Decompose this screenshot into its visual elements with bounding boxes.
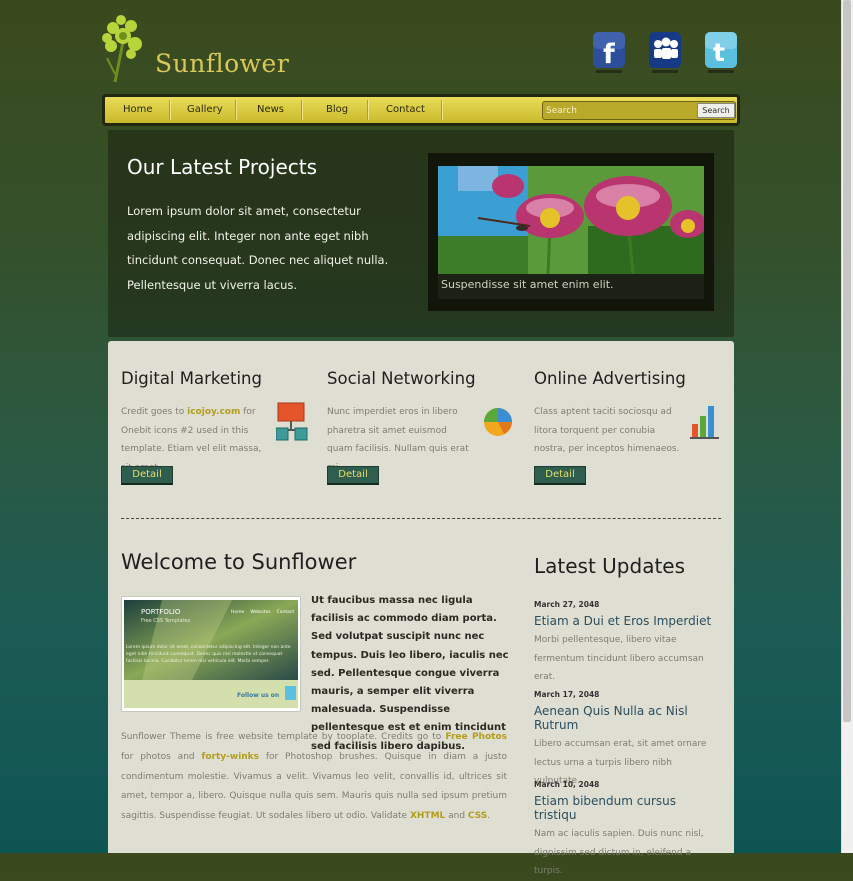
hero-image <box>438 166 704 274</box>
myspace-icon[interactable] <box>648 32 682 74</box>
updates-title: Latest Updates <box>534 554 686 578</box>
logo-text[interactable]: Sunflower <box>155 49 289 78</box>
svg-text:t: t <box>713 38 725 67</box>
service-digital-marketing: Digital Marketing Credit goes to icojoy.… <box>121 369 311 485</box>
nav-separator <box>441 100 443 120</box>
thumb-menu: Home Websites Contact <box>231 610 300 615</box>
update-item: March 27, 2048 Etiam a Dui et Eros Imper… <box>534 600 719 687</box>
page: Sunflower f t Home Gallery News Blog Con… <box>0 0 842 876</box>
welcome-body: Sunflower Theme is free website template… <box>121 732 507 822</box>
nav-blog[interactable]: Blog <box>326 97 348 123</box>
update-title-link[interactable]: Etiam bibendum cursus tristiqu <box>534 794 719 822</box>
content-panel: Digital Marketing Credit goes to icojoy.… <box>108 341 734 876</box>
thumb-text: Lorem ipsum dolor sit amet, consectetur … <box>126 645 291 664</box>
thumb-follow: Follow us on <box>237 692 280 699</box>
hero-title: Our Latest Projects <box>127 155 318 179</box>
portfolio-thumbnail[interactable]: PORTFOLIO Free CSS Templates Home Websit… <box>121 596 301 712</box>
service-title: Online Advertising <box>534 369 686 388</box>
nav-news[interactable]: News <box>257 97 284 123</box>
hero-slider[interactable]: Suspendisse sit amet enim elit. <box>428 153 714 311</box>
detail-button[interactable]: Detail <box>121 466 173 485</box>
service-title: Digital Marketing <box>121 369 262 388</box>
search-box: Search <box>542 101 736 120</box>
facebook-icon[interactable]: f <box>592 32 626 74</box>
detail-button[interactable]: Detail <box>327 466 379 485</box>
service-title: Social Networking <box>327 369 476 388</box>
bar-chart-icon <box>689 402 721 442</box>
svg-text:f: f <box>603 39 615 70</box>
pie-chart-icon <box>482 402 514 442</box>
update-text: Morbi pellentesque, libero vitae ferment… <box>534 635 704 682</box>
icojoy-link[interactable]: icojoy.com <box>187 407 240 417</box>
nav-separator <box>169 100 171 120</box>
search-button[interactable]: Search <box>697 103 735 118</box>
thumb-title: PORTFOLIO <box>141 608 181 616</box>
detail-button[interactable]: Detail <box>534 466 586 485</box>
search-input[interactable] <box>546 103 691 118</box>
nav-contact[interactable]: Contact <box>386 97 425 123</box>
service-online-advertising: Online Advertising Class aptent taciti s… <box>534 369 724 485</box>
nav-separator <box>235 100 237 120</box>
section-divider <box>121 518 721 519</box>
thumb-menu-item: Contact <box>276 610 295 615</box>
update-date: March 27, 2048 <box>534 600 600 609</box>
network-icon <box>275 402 308 442</box>
hero-section: Our Latest Projects Lorem ipsum dolor si… <box>108 130 734 337</box>
update-item: March 10, 2048 Etiam bibendum cursus tri… <box>534 780 719 881</box>
forty-winks-link[interactable]: forty-winks <box>201 752 259 762</box>
nav-home[interactable]: Home <box>123 97 153 123</box>
service-social-networking: Social Networking Nunc imperdiet eros in… <box>327 369 517 485</box>
nav-separator <box>367 100 369 120</box>
thumb-menu-item: Home <box>231 610 245 615</box>
update-date: March 17, 2048 <box>534 690 600 699</box>
sunflower-logo-icon <box>102 15 142 83</box>
css-link[interactable]: CSS <box>468 811 487 821</box>
service-text: Class aptent taciti sociosqu ad litora t… <box>534 407 680 454</box>
scrollbar-thumb[interactable] <box>843 0 851 722</box>
xhtml-link[interactable]: XHTML <box>410 811 445 821</box>
thumb-subtitle: Free CSS Templates <box>141 618 191 624</box>
hero-text: Lorem ipsum dolor sit amet, consectetur … <box>127 204 389 292</box>
hero-caption: Suspendisse sit amet enim elit. <box>438 274 704 299</box>
update-title-link[interactable]: Etiam a Dui et Eros Imperdiet <box>534 614 719 628</box>
update-item: March 17, 2048 Aenean Quis Nulla ac Nisl… <box>534 690 719 791</box>
twitter-icon[interactable]: t <box>704 32 738 74</box>
update-title-link[interactable]: Aenean Quis Nulla ac Nisl Rutrum <box>534 704 719 732</box>
update-date: March 10, 2048 <box>534 780 600 789</box>
free-photos-link[interactable]: Free Photos <box>445 732 507 742</box>
nav-separator <box>301 100 303 120</box>
thumb-menu-item: Websites <box>250 610 271 615</box>
welcome-title: Welcome to Sunflower <box>121 550 357 574</box>
nav-gallery[interactable]: Gallery <box>187 97 223 123</box>
main-nav: Home Gallery News Blog Contact Search <box>102 94 740 126</box>
vertical-scrollbar[interactable] <box>841 0 853 853</box>
